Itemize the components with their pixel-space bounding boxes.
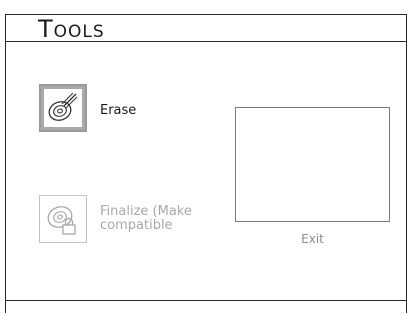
disc-erase-icon bbox=[44, 89, 82, 127]
exit-button[interactable]: Exit bbox=[235, 232, 390, 246]
erase-menu-item[interactable]: Erase bbox=[39, 84, 136, 132]
page-title: Tools bbox=[38, 15, 105, 43]
finalize-menu-item[interactable]: Finalize (Make compatible bbox=[39, 195, 196, 243]
preview-pane bbox=[235, 107, 390, 222]
erase-label: Erase bbox=[100, 103, 137, 118]
finalize-label: Finalize (Make compatible bbox=[100, 204, 192, 233]
erase-icon-frame bbox=[39, 84, 87, 132]
footer-divider bbox=[5, 300, 407, 301]
disc-lock-icon bbox=[39, 195, 87, 243]
